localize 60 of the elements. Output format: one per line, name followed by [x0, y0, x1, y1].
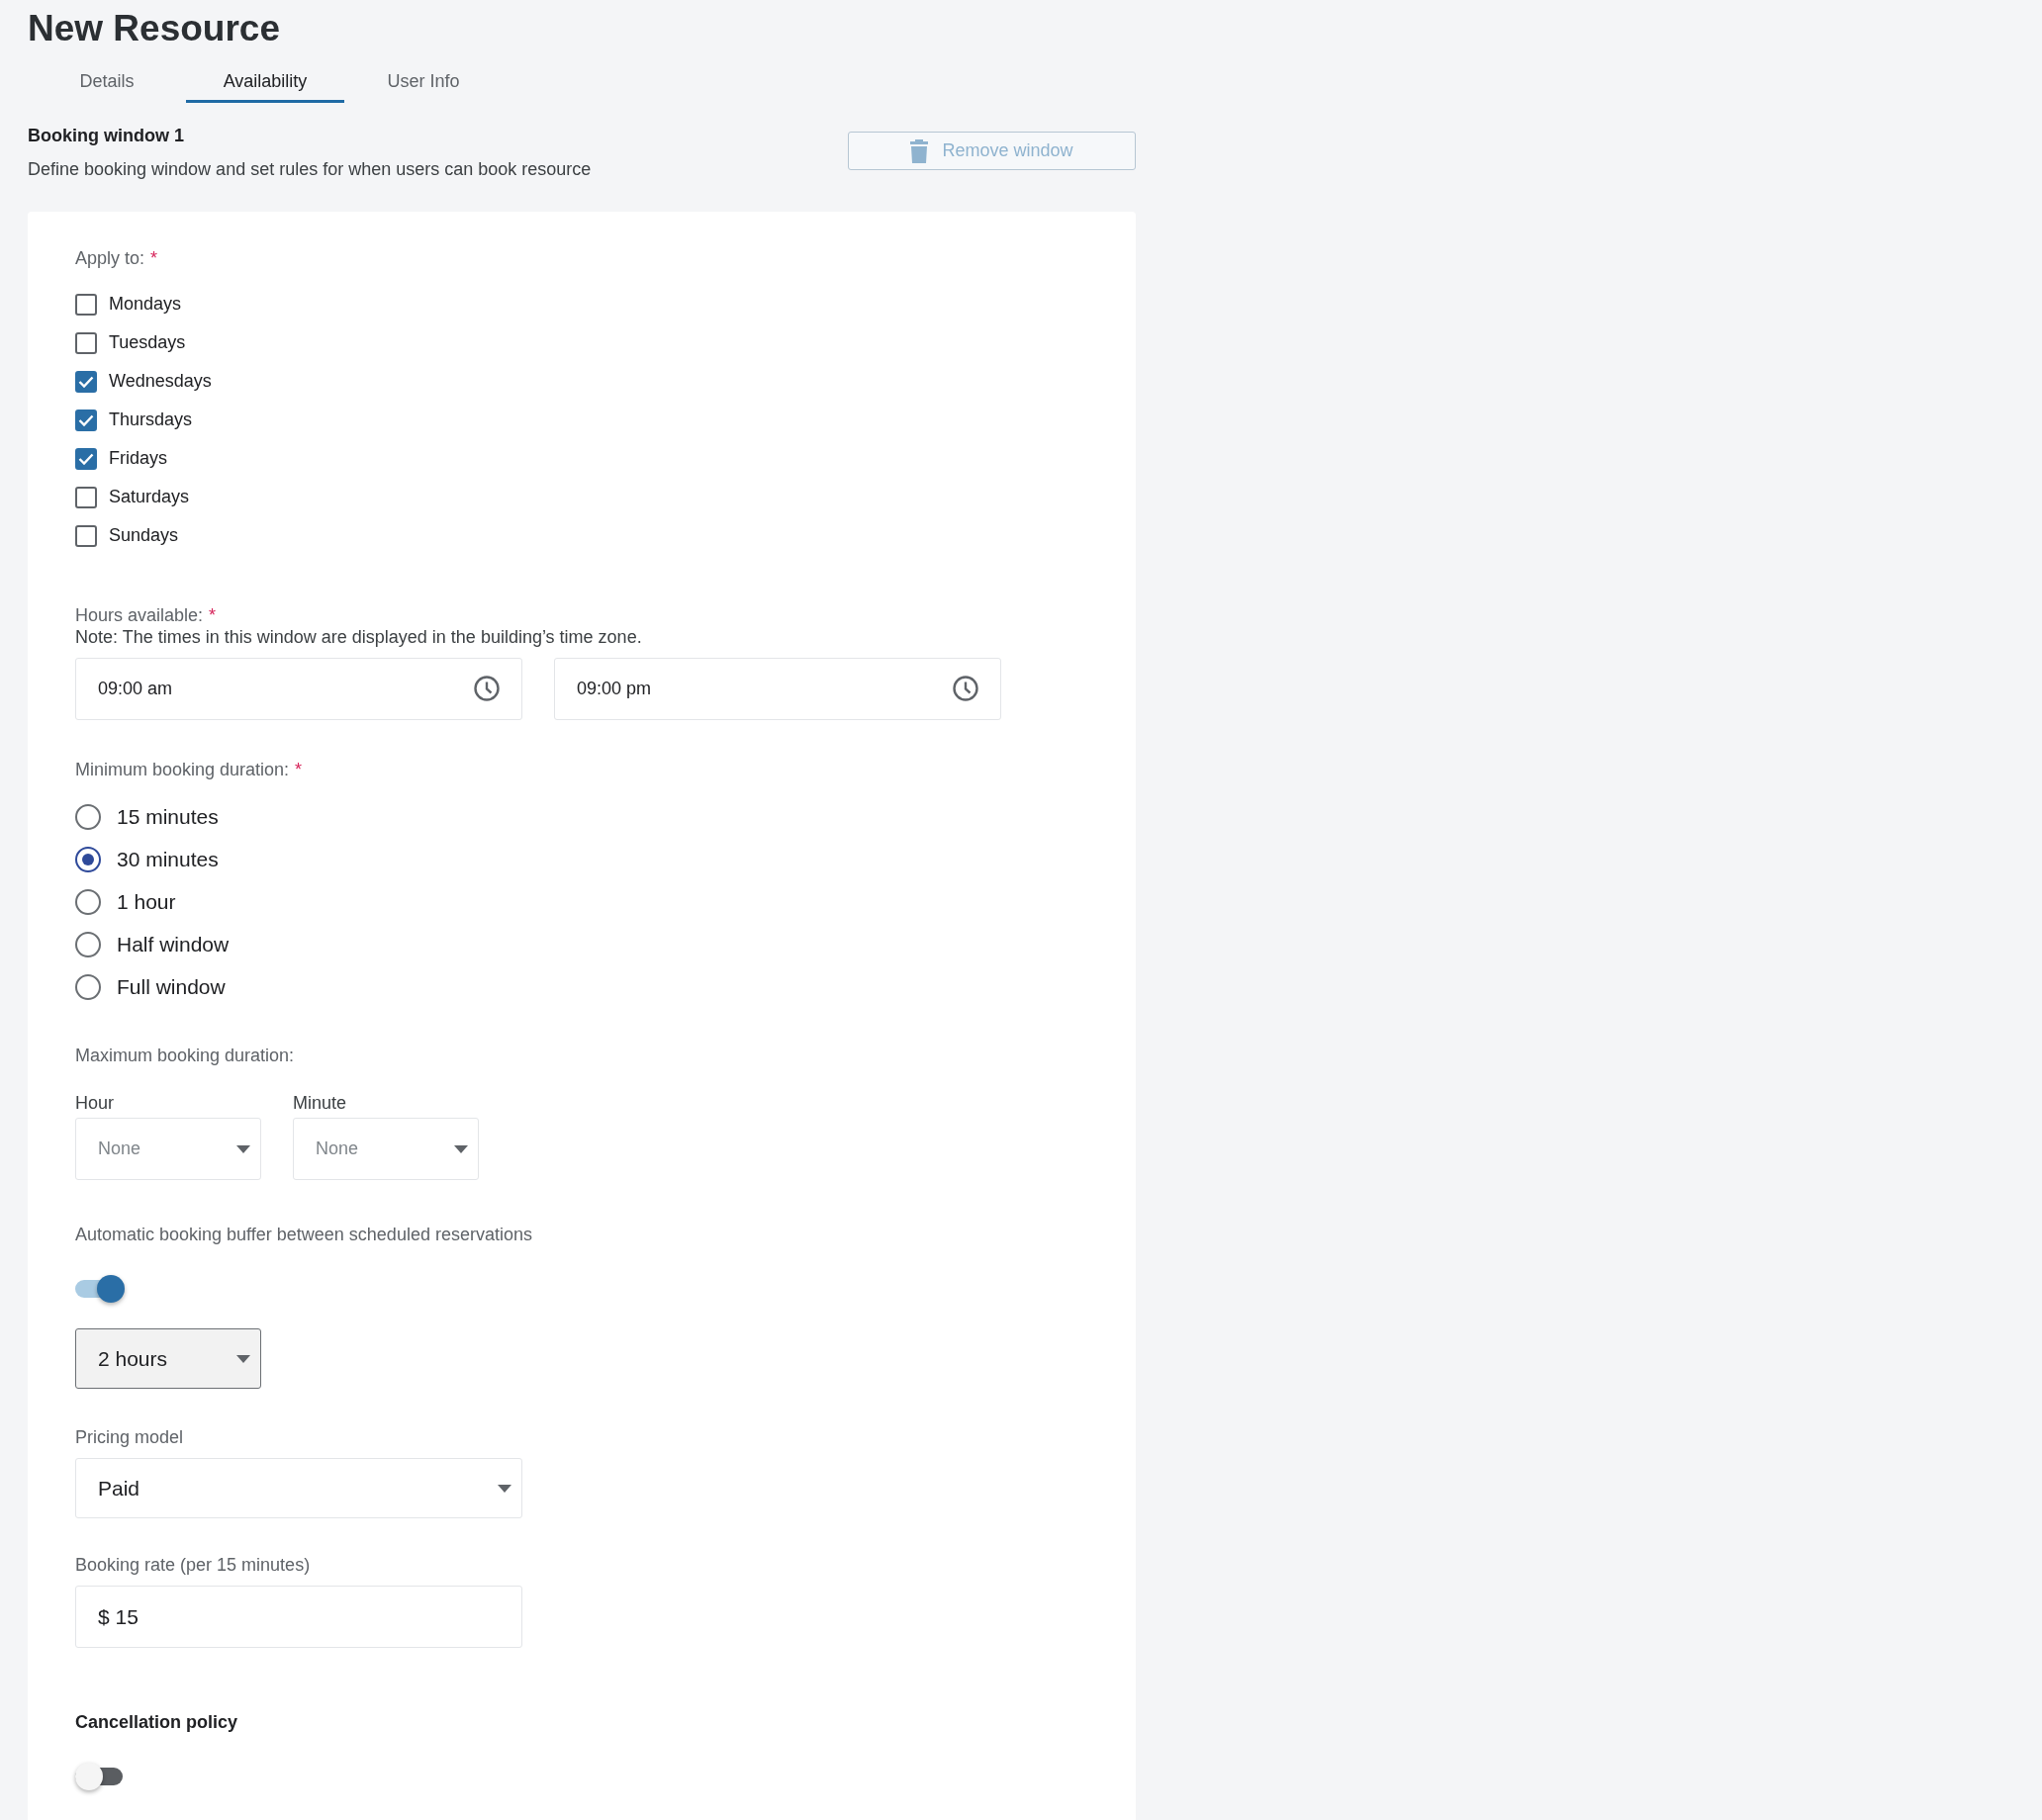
caret-icon: [236, 1354, 250, 1363]
radio-label: 30 minutes: [117, 847, 219, 872]
section-heading: Cancellation policy: [75, 1711, 239, 1733]
end-time-field[interactable]: 09:00 pm: [554, 658, 1001, 720]
section-description: Define booking window and set rules for when users can book resource: [28, 158, 592, 180]
field-label: Pricing model: [75, 1426, 185, 1448]
required-mark: *: [295, 760, 303, 779]
select-label: Hour: [75, 1092, 115, 1114]
note-text: Note: The times in this window are displayed in the building’s time zone.: [75, 626, 643, 648]
radio-button[interactable]: [75, 888, 101, 915]
caret-icon: [498, 1484, 511, 1493]
radio-button[interactable]: [75, 931, 101, 957]
page-title: New Resource: [28, 7, 281, 49]
radio-button[interactable]: [75, 846, 101, 872]
required-mark: *: [209, 605, 217, 625]
radio-label: 15 minutes: [117, 804, 219, 830]
checkbox-label: Wednesdays: [109, 370, 212, 393]
radio-button[interactable]: [75, 803, 101, 830]
checkbox[interactable]: [75, 524, 97, 547]
checkbox[interactable]: [75, 331, 97, 354]
select-label: Minute: [293, 1092, 348, 1114]
tab[interactable]: User Info: [344, 71, 503, 103]
radio-label: 1 hour: [117, 889, 176, 915]
checkbox[interactable]: [75, 409, 97, 431]
checkbox-label: Thursdays: [109, 409, 193, 431]
checkbox[interactable]: [75, 370, 97, 393]
field-label: Booking rate (per 15 minutes): [75, 1554, 312, 1576]
field-label: Maximum booking duration:: [75, 1045, 296, 1066]
section-title: Booking window 1: [28, 125, 185, 146]
tab[interactable]: Availability: [186, 71, 344, 103]
field-label: Minimum booking duration: *: [75, 759, 304, 780]
buffer-dropdown[interactable]: 2 hours: [75, 1328, 261, 1389]
caret-icon: [236, 1144, 250, 1153]
required-mark: *: [150, 248, 158, 268]
pricing-dropdown[interactable]: Paid: [75, 1458, 522, 1518]
checkbox-label: Sundays: [109, 524, 179, 547]
toggle-switch[interactable]: [75, 1275, 125, 1303]
trash-icon: [910, 138, 929, 163]
clock-icon: [952, 675, 979, 702]
checkbox-label: Tuesdays: [109, 331, 186, 354]
caret-icon: [454, 1144, 468, 1153]
checkbox[interactable]: [75, 293, 97, 316]
clock-icon: [473, 675, 501, 702]
field-label: Apply to: *: [75, 247, 159, 269]
checkbox-label: Saturdays: [109, 486, 190, 508]
checkbox-label: Mondays: [109, 293, 182, 316]
start-time-field[interactable]: 09:00 am: [75, 658, 522, 720]
field-label: Hours available: *: [75, 604, 218, 626]
rate-field[interactable]: $ 15: [75, 1586, 522, 1648]
toggle-switch[interactable]: [75, 1763, 125, 1790]
checkbox[interactable]: [75, 447, 97, 470]
field-label: Automatic booking buffer between scheduled reservations: [75, 1224, 533, 1245]
radio-button[interactable]: [75, 973, 101, 1000]
dropdown[interactable]: None: [293, 1118, 479, 1180]
tab[interactable]: Details: [28, 71, 186, 103]
checkbox[interactable]: [75, 486, 97, 508]
radio-label: Half window: [117, 932, 230, 957]
dropdown[interactable]: None: [75, 1118, 261, 1180]
checkbox-label: Fridays: [109, 447, 167, 470]
radio-label: Full window: [117, 974, 226, 1000]
